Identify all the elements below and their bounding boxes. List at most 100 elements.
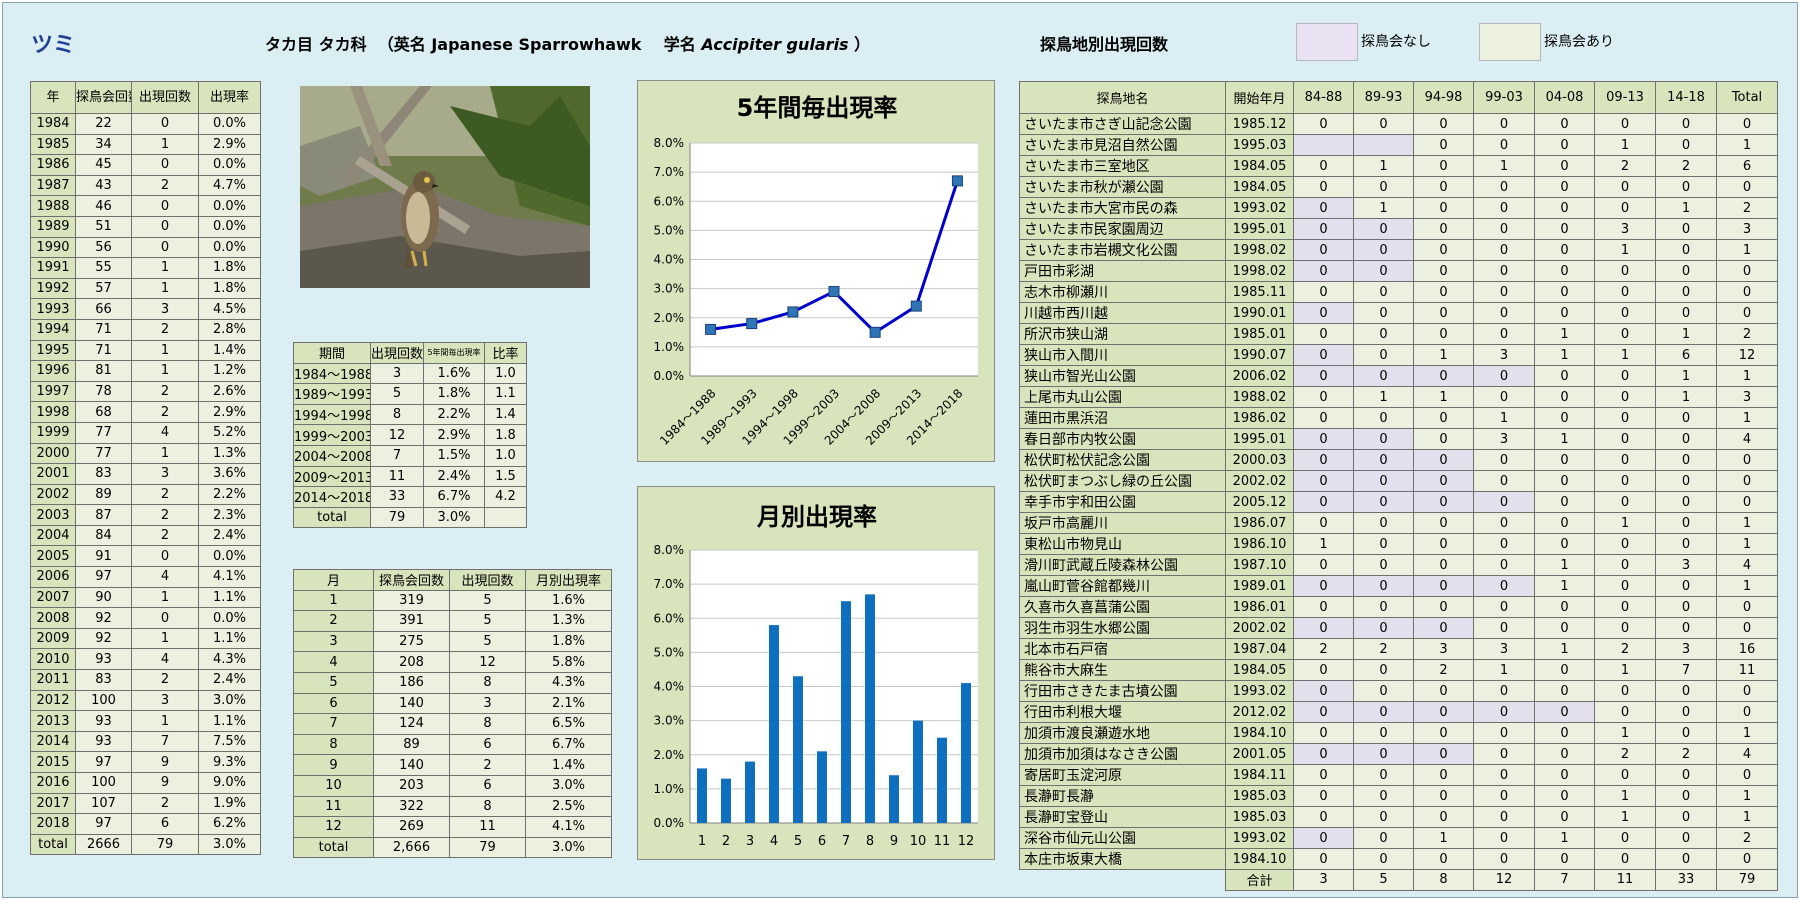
- y-tick-label: 8.0%: [654, 543, 685, 557]
- table-cell: 1.9%: [198, 792, 261, 815]
- site-start: 1984.05: [1225, 155, 1294, 177]
- site-count: 0: [1534, 239, 1595, 261]
- table-cell: 2007: [30, 586, 76, 609]
- site-start: 1986.10: [1225, 533, 1294, 555]
- site-count: 0: [1413, 113, 1474, 135]
- site-count: 0: [1473, 239, 1535, 261]
- table-row: 2003 87 2 2.3%: [30, 504, 261, 526]
- table-cell: 93: [75, 648, 132, 671]
- site-count: 0: [1655, 407, 1717, 429]
- site-count: 3: [1473, 638, 1535, 660]
- site-count: 0: [1353, 512, 1414, 534]
- site-count: 0: [1594, 701, 1656, 723]
- bar: [793, 676, 803, 823]
- site-count: 0: [1413, 155, 1474, 177]
- site-count: 0: [1594, 428, 1656, 450]
- table-cell: 4: [131, 648, 199, 671]
- site-count: 0: [1413, 281, 1474, 303]
- site-count: 0: [1655, 134, 1717, 156]
- table-row: 2008 92 0 0.0%: [30, 607, 261, 629]
- site-name: さいたま市三室地区: [1019, 155, 1226, 177]
- y-tick-label: 0.0%: [654, 816, 685, 830]
- site-count: 0: [1534, 701, 1595, 723]
- table-row: 1997 78 2 2.6%: [30, 380, 261, 403]
- table-cell: 22: [75, 113, 132, 135]
- table-cell: 46: [75, 195, 132, 217]
- table-row: 1990 56 0 0.0%: [30, 236, 261, 259]
- site-count: 0: [1413, 491, 1474, 513]
- site-total: 1: [1716, 722, 1778, 744]
- site-count: 0: [1473, 491, 1535, 513]
- table-cell: 1: [131, 442, 199, 465]
- site-name: 羽生市羽生水郷公園: [1019, 617, 1226, 639]
- table-cell: 107: [75, 792, 132, 815]
- site-start: 1984.05: [1225, 176, 1294, 198]
- table-row: 2011 83 2 2.4%: [30, 669, 261, 691]
- table-cell: total: [293, 836, 374, 859]
- site-count: 0: [1594, 113, 1656, 135]
- bar: [889, 775, 899, 823]
- site-count: 0: [1353, 470, 1414, 492]
- table-cell: 3: [131, 689, 199, 712]
- site-count: 0: [1594, 764, 1656, 786]
- site-row: 上尾市丸山公園 1988.02 0 1 1 0 0 0 1 3: [1019, 386, 1778, 408]
- table-cell: 1990: [30, 236, 76, 259]
- table-cell: 1.5: [484, 465, 527, 488]
- column-header: 探鳥会回数: [75, 81, 132, 114]
- table-cell: 1.6%: [423, 362, 485, 385]
- species-name: ツミ: [31, 33, 76, 58]
- table-cell: 1.8%: [423, 383, 485, 405]
- site-count: 0: [1594, 554, 1656, 576]
- site-count: 0: [1594, 260, 1656, 282]
- table-cell: 2009: [30, 627, 76, 650]
- site-count: 0: [1534, 113, 1595, 135]
- table-cell: 2,666: [373, 836, 450, 859]
- site-name: 長瀞町長瀞: [1019, 785, 1226, 807]
- site-total: 0: [1716, 596, 1778, 618]
- table-cell: 186: [373, 671, 450, 694]
- y-tick-label: 0.0%: [654, 369, 685, 383]
- site-row: 嵐山町菅谷館都幾川 1989.01 0 0 0 0 1 0 0 1: [1019, 575, 1778, 597]
- table-cell: 2: [131, 669, 199, 691]
- site-start: 1995.01: [1225, 428, 1294, 450]
- table-cell: 5: [370, 383, 424, 405]
- table-cell: 0: [131, 195, 199, 217]
- table-cell: 1.1%: [198, 586, 261, 609]
- site-count: 0: [1655, 260, 1717, 282]
- table-cell: 2001: [30, 463, 76, 485]
- table-cell: 77: [75, 442, 132, 465]
- site-name: 深谷市仙元山公園: [1019, 827, 1226, 849]
- site-count: 0: [1594, 575, 1656, 597]
- table-cell: 7: [131, 730, 199, 753]
- table-row: 2002 89 2 2.2%: [30, 483, 261, 506]
- bar: [769, 625, 779, 823]
- site-total: 4: [1716, 428, 1778, 450]
- site-count: 0: [1473, 260, 1535, 282]
- site-name: 北本市石戸宿: [1019, 638, 1226, 660]
- table-cell: 1: [293, 589, 374, 612]
- english-name: Japanese Sparrowhawk: [431, 35, 642, 54]
- site-name: 蓮田市黒浜沼: [1019, 407, 1226, 429]
- site-row: さいたま市さぎ山記念公園 1985.12 0 0 0 0 0 0 0 0: [1019, 113, 1778, 135]
- table-cell: 1991: [30, 257, 76, 279]
- data-point: [746, 318, 758, 330]
- table-row: 2 391 5 1.3%: [293, 610, 612, 632]
- site-total: 0: [1716, 302, 1778, 324]
- site-count: 0: [1353, 848, 1414, 870]
- table-cell: 45: [75, 154, 132, 176]
- table-cell: 87: [75, 504, 132, 526]
- table-cell: 2012: [30, 689, 76, 712]
- site-count: 0: [1534, 848, 1595, 870]
- table-cell: 1: [131, 627, 199, 650]
- table-cell: 3: [370, 362, 424, 385]
- column-header: 開始年月: [1225, 81, 1294, 114]
- site-count: 0: [1594, 281, 1656, 303]
- bar: [913, 720, 923, 823]
- table-row: 1991 55 1 1.8%: [30, 257, 261, 279]
- table-row: total 2,666 79 3.0%: [293, 836, 612, 859]
- site-count: 0: [1655, 827, 1717, 849]
- bar: [721, 778, 731, 823]
- site-count: 0: [1353, 722, 1414, 744]
- site-row: さいたま市見沼自然公園 1995.03 0 0 0 1 0 1: [1019, 134, 1778, 156]
- site-count: 0: [1293, 722, 1354, 744]
